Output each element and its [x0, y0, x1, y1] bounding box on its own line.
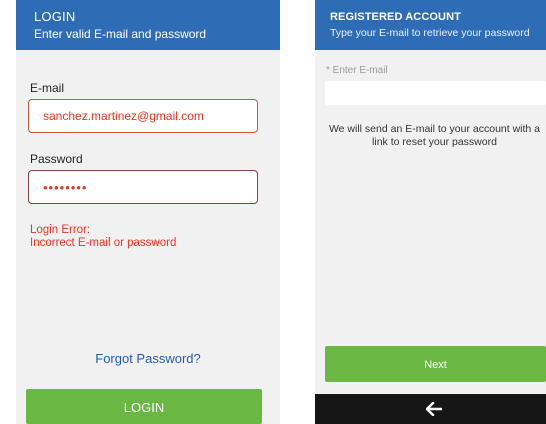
reset-title: REGISTERED ACCOUNT: [330, 11, 461, 23]
login-header: LOGIN Enter valid E-mail and password: [16, 0, 280, 50]
login-error-title: Login Error:: [30, 224, 91, 236]
login-screen: LOGIN Enter valid E-mail and password E-…: [16, 0, 280, 424]
reset-header: REGISTERED ACCOUNT Type your E-mail to r…: [315, 0, 546, 50]
password-label: Password: [30, 152, 83, 166]
password-field[interactable]: [28, 170, 258, 204]
email-field[interactable]: [28, 99, 258, 133]
reset-info-text: We will send an E-mail to your account w…: [328, 123, 541, 148]
login-subtitle: Enter valid E-mail and password: [34, 27, 207, 41]
forgot-password-link[interactable]: Forgot Password?: [16, 351, 280, 366]
login-title: LOGIN: [34, 9, 76, 24]
email-label: E-mail: [30, 81, 65, 95]
reset-email-field[interactable]: [325, 81, 546, 105]
reset-email-label: * Enter E-mail: [326, 65, 388, 76]
navigation-bar: [315, 394, 546, 424]
arrow-left-icon[interactable]: [426, 402, 442, 416]
next-button[interactable]: Next: [325, 346, 546, 382]
login-error-message: Incorrect E-mail or password: [30, 237, 177, 249]
login-button[interactable]: LOGIN: [26, 389, 262, 424]
reset-subtitle: Type your E-mail to retrieve your passwo…: [330, 27, 530, 39]
reset-password-screen: REGISTERED ACCOUNT Type your E-mail to r…: [315, 0, 546, 424]
